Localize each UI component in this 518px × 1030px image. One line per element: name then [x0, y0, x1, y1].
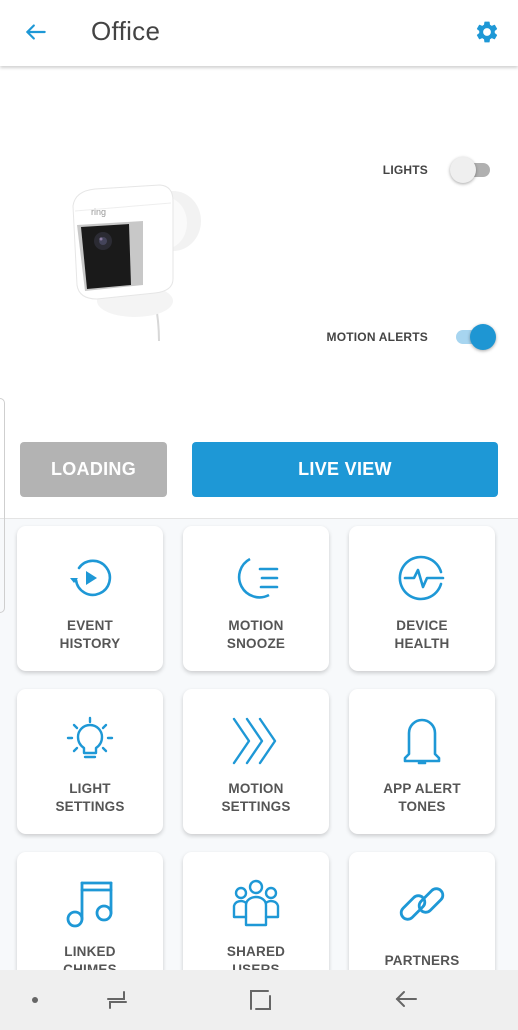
- tile-app-alert-tones[interactable]: APP ALERT TONES: [349, 689, 495, 834]
- tile-label: LIGHT SETTINGS: [55, 781, 125, 814]
- lights-label: LIGHTS: [382, 163, 428, 177]
- live-view-button[interactable]: LIVE VIEW: [192, 442, 498, 497]
- tile-light-settings[interactable]: LIGHT SETTINGS: [17, 689, 163, 834]
- lights-toggle-thumb: [450, 157, 476, 183]
- nav-home-button[interactable]: [246, 985, 276, 1015]
- lights-toggle-row: LIGHTS: [383, 157, 496, 183]
- bell-icon: [403, 718, 441, 765]
- dot-icon: [32, 997, 38, 1003]
- back-arrow-icon: [395, 991, 417, 1007]
- tile-label: MOTION SETTINGS: [221, 781, 291, 814]
- feature-grid: EVENT HISTORY MOTION SNOOZE DEVICE HEALTH: [0, 518, 518, 970]
- music-note-icon: [66, 881, 113, 928]
- chevrons-right-icon: [232, 717, 277, 765]
- tile-label: LINKED CHIMES: [63, 944, 117, 970]
- link-icon: [399, 887, 445, 921]
- motion-alerts-toggle-row: MOTION ALERTS: [327, 324, 496, 350]
- tile-label: DEVICE HEALTH: [394, 618, 450, 651]
- gear-icon: [476, 21, 498, 43]
- tile-event-history[interactable]: EVENT HISTORY: [17, 526, 163, 671]
- tile-label: SHARED USERS: [226, 944, 286, 970]
- tile-linked-chimes[interactable]: LINKED CHIMES: [17, 852, 163, 970]
- back-button[interactable]: [20, 16, 52, 48]
- home-square-icon: [250, 990, 271, 1010]
- brand-mark: ring: [91, 207, 106, 217]
- nav-recents-button[interactable]: [102, 985, 132, 1015]
- history-play-icon: [70, 559, 112, 597]
- nav-dot-button[interactable]: [20, 985, 50, 1015]
- lights-toggle[interactable]: [450, 157, 496, 183]
- moon-snooze-icon: [237, 557, 279, 599]
- tile-partners[interactable]: PARTNERS: [349, 852, 495, 970]
- device-image: ring: [72, 184, 201, 341]
- tile-shared-users[interactable]: SHARED USERS: [183, 852, 329, 970]
- users-icon: [232, 879, 280, 927]
- tile-motion-snooze[interactable]: MOTION SNOOZE: [183, 526, 329, 671]
- app-bar: Office: [0, 0, 518, 66]
- settings-button[interactable]: [472, 17, 502, 47]
- tile-label: EVENT HISTORY: [59, 618, 121, 651]
- nav-back-button[interactable]: [391, 985, 421, 1015]
- motion-alerts-toggle[interactable]: [450, 324, 496, 350]
- motion-alerts-label: MOTION ALERTS: [326, 330, 428, 344]
- system-nav-bar: [0, 970, 518, 1030]
- tile-device-health[interactable]: DEVICE HEALTH: [349, 526, 495, 671]
- recents-icon: [107, 991, 127, 1009]
- device-hero: ring LIGHTS MOTION ALERTS LOADING LIVE V…: [0, 66, 518, 518]
- side-panel-handle[interactable]: [0, 398, 5, 613]
- heartbeat-icon: [398, 555, 445, 601]
- tile-label: PARTNERS: [384, 953, 460, 968]
- tile-label: MOTION SNOOZE: [226, 618, 286, 651]
- arrow-left-icon: [26, 24, 46, 40]
- tile-motion-settings[interactable]: MOTION SETTINGS: [183, 689, 329, 834]
- loading-button[interactable]: LOADING: [20, 442, 167, 497]
- motion-alerts-toggle-thumb: [470, 324, 496, 350]
- lightbulb-icon: [66, 716, 114, 759]
- tile-label: APP ALERT TONES: [383, 781, 461, 814]
- page-title: Office: [91, 16, 161, 46]
